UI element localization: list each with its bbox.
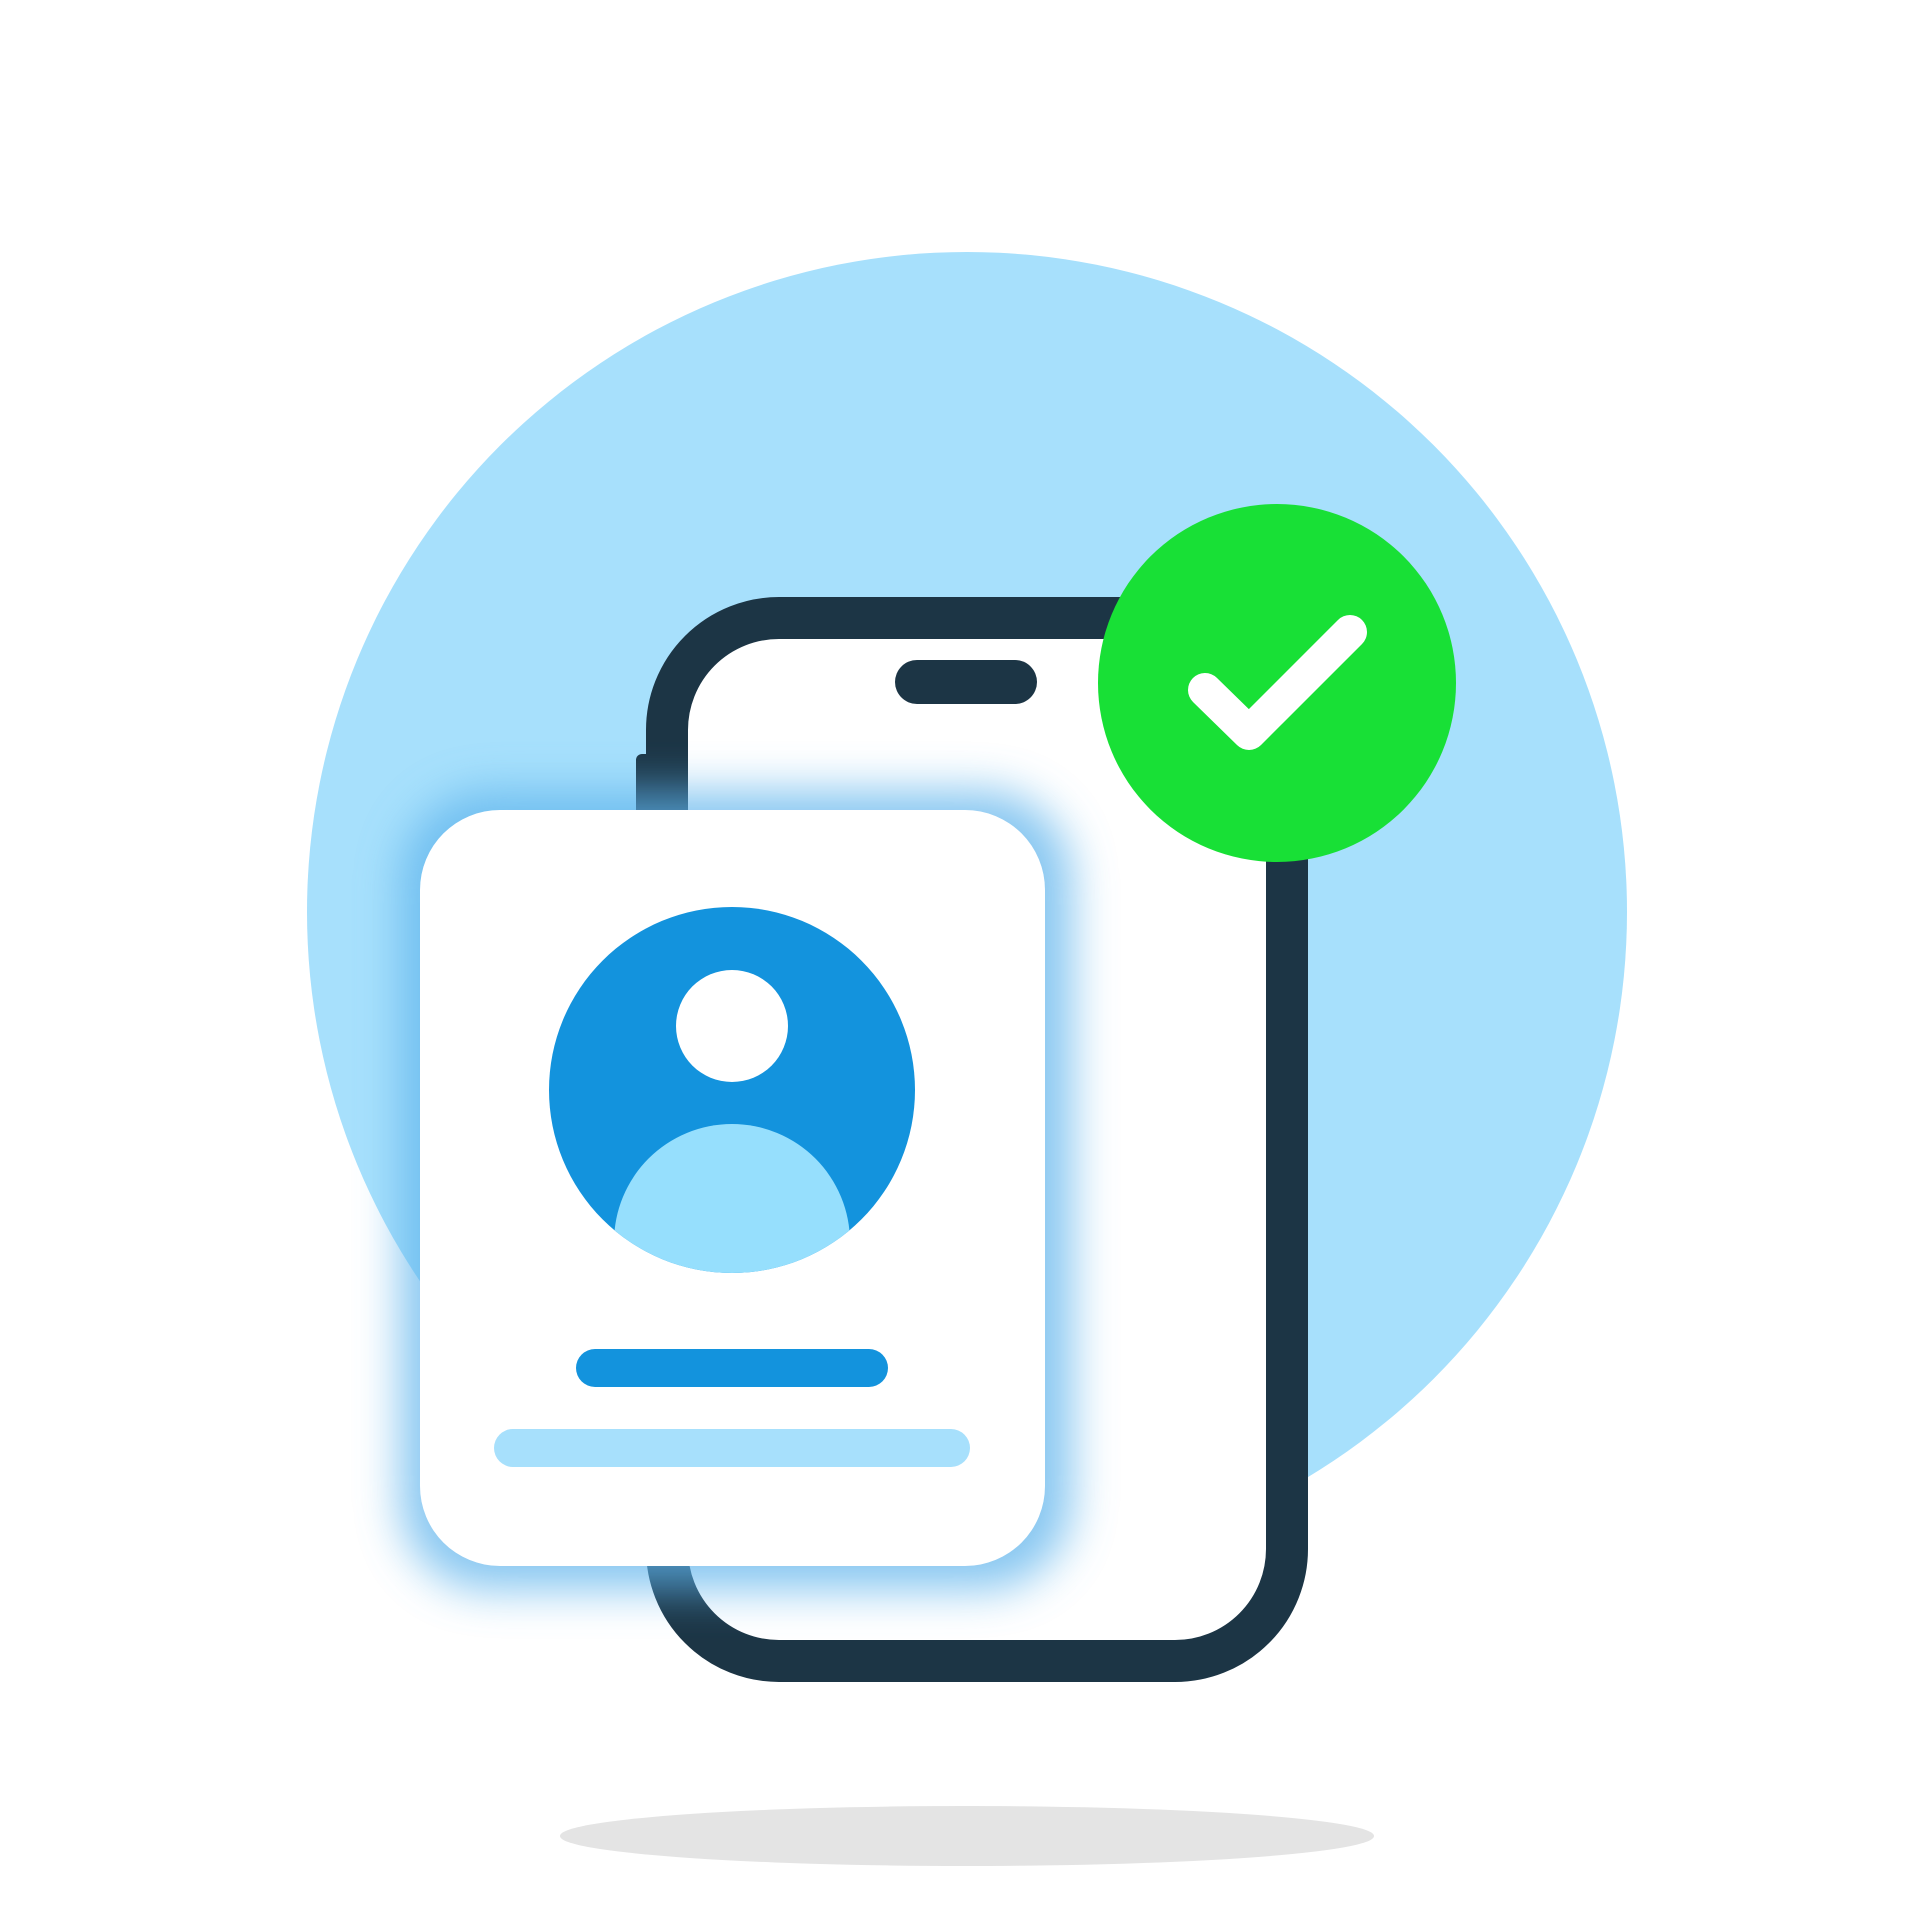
avatar-head bbox=[676, 970, 788, 1082]
floor-shadow bbox=[560, 1806, 1374, 1866]
profile-name-line bbox=[576, 1349, 888, 1387]
profile-detail-line bbox=[494, 1429, 970, 1467]
phone-speaker bbox=[895, 660, 1037, 704]
verified-badge bbox=[1098, 504, 1456, 862]
illustration-canvas bbox=[0, 0, 1920, 1920]
verified-profile-illustration bbox=[307, 252, 1627, 1866]
profile-card bbox=[400, 790, 1072, 1590]
